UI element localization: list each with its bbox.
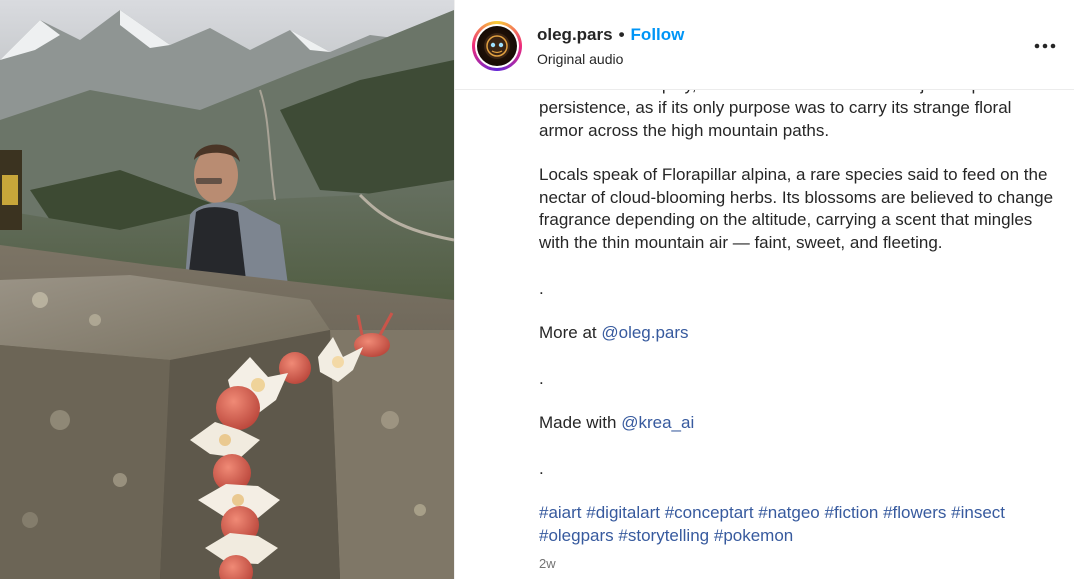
post-timestamp[interactable]: 2w [539,556,556,571]
caption-dot-1: . [539,279,544,298]
hashtag-link[interactable]: #natgeo [758,503,819,522]
caption-made-line: Made with @krea_ai [539,412,1059,435]
caption-paragraph-1: persistence, as if its only purpose was … [539,98,1012,140]
caption-more-line: More at @oleg.pars [539,322,1059,345]
caption-dot-2: . [539,369,544,388]
hashtag-link[interactable]: #insect [951,503,1005,522]
hashtag-link[interactable]: #aiart [539,503,582,522]
mention-krea-ai[interactable]: @krea_ai [621,413,694,432]
post-header: oleg.pars • Follow Original audio [455,0,1074,90]
separator-dot: • [618,25,625,44]
header-user-line: oleg.pars • Follow [537,25,684,45]
hashtag-link[interactable]: #digitalart [586,503,660,522]
more-horizontal-icon [1034,43,1056,49]
more-options-button[interactable] [1027,34,1063,58]
hashtag-link[interactable]: #flowers [883,503,946,522]
hashtag-link[interactable]: #olegpars [539,526,614,545]
more-prefix: More at [539,323,602,342]
hashtag-link[interactable]: #fiction [824,503,878,522]
post-media[interactable] [0,0,454,579]
post-details-panel: no defensive display, no sudden transfor… [454,0,1074,579]
hashtag-link[interactable]: #storytelling [618,526,709,545]
username-link[interactable]: oleg.pars [537,25,613,44]
hashtag-link[interactable]: #conceptart [665,503,754,522]
avatar[interactable] [472,21,522,71]
hashtag-link[interactable]: #pokemon [714,526,793,545]
mention-oleg-pars[interactable]: @oleg.pars [601,323,688,342]
hashtag-list: #aiart #digitalart #conceptart #natgeo #… [539,502,1059,547]
avatar-creature-icon [484,33,510,59]
made-prefix: Made with [539,413,622,432]
follow-button[interactable]: Follow [631,25,685,44]
post-image [0,0,454,579]
caption-paragraph-2: Locals speak of Florapillar alpina, a ra… [539,165,1054,252]
audio-link[interactable]: Original audio [537,51,623,67]
caption-dot-3: . [539,459,544,478]
